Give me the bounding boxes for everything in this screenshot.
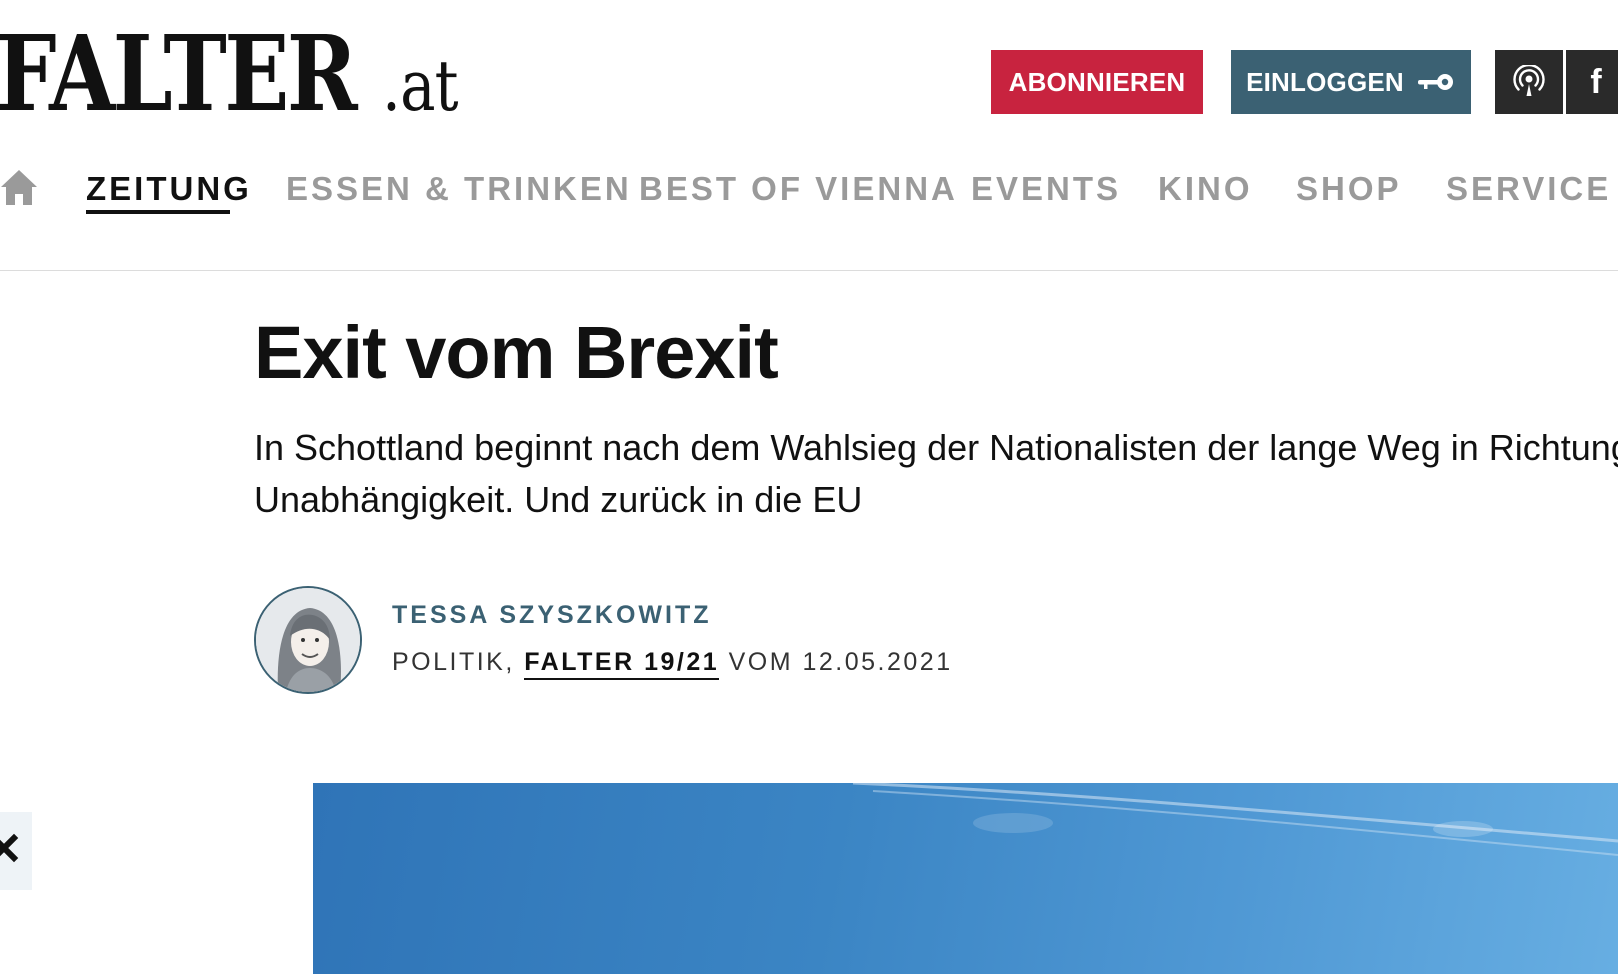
- meta-date: VOM 12.05.2021: [719, 648, 953, 676]
- nav-item-service[interactable]: SERVICE: [1446, 172, 1611, 205]
- podcast-button[interactable]: [1495, 50, 1563, 114]
- subtitle-line-1: In Schottland beginnt nach dem Wahlsieg …: [254, 427, 1618, 468]
- nav-item-best-of-vienna[interactable]: BEST OF VIENNA: [639, 172, 958, 205]
- nav-item-events[interactable]: EVENTS: [971, 172, 1121, 205]
- nav-item-shop[interactable]: SHOP: [1296, 172, 1402, 205]
- subscribe-button[interactable]: ABONNIEREN: [991, 50, 1203, 114]
- nav-active-indicator: [86, 210, 230, 214]
- nav-item-zeitung[interactable]: ZEITUNG: [86, 172, 252, 205]
- issue-link[interactable]: FALTER 19/21: [524, 648, 720, 680]
- article-title: Exit vom Brexit: [254, 311, 779, 394]
- login-label: EINLOGGEN: [1246, 66, 1404, 97]
- facebook-icon: f: [1590, 62, 1602, 101]
- header-divider: [0, 270, 1618, 271]
- logo-main: FALTER: [0, 12, 358, 135]
- logo-suffix: .at: [382, 45, 459, 127]
- side-panel-toggle[interactable]: [0, 812, 32, 890]
- key-icon: [1417, 74, 1453, 90]
- nav-item-kino[interactable]: KINO: [1158, 172, 1253, 205]
- hero-sky-image: [852, 783, 1618, 856]
- author-photo: [256, 588, 360, 692]
- facebook-button[interactable]: f: [1566, 50, 1618, 114]
- main-nav: ZEITUNG ESSEN & TRINKEN BEST OF VIENNA E…: [0, 160, 1618, 220]
- podcast-icon: [1513, 65, 1545, 96]
- article-subtitle: In Schottland beginnt nach dem Wahlsieg …: [254, 422, 1618, 526]
- subscribe-label: ABONNIEREN: [1008, 66, 1186, 97]
- article-hero-image: [313, 783, 1618, 974]
- meta-section: POLITIK,: [392, 648, 525, 676]
- close-icon: [0, 833, 19, 863]
- nav-item-essen-trinken[interactable]: ESSEN & TRINKEN: [286, 172, 632, 205]
- login-button[interactable]: EINLOGGEN: [1231, 50, 1471, 114]
- subtitle-line-2: Unabhängigkeit. Und zurück in die EU: [254, 479, 863, 520]
- home-icon[interactable]: [0, 167, 38, 207]
- site-logo[interactable]: FALTER .at: [0, 22, 471, 126]
- author-avatar[interactable]: [254, 586, 362, 694]
- author-name[interactable]: TESSA SZYSZKOWITZ: [392, 601, 712, 630]
- article-meta: POLITIK, FALTER 19/21 VOM 12.05.2021: [392, 648, 953, 680]
